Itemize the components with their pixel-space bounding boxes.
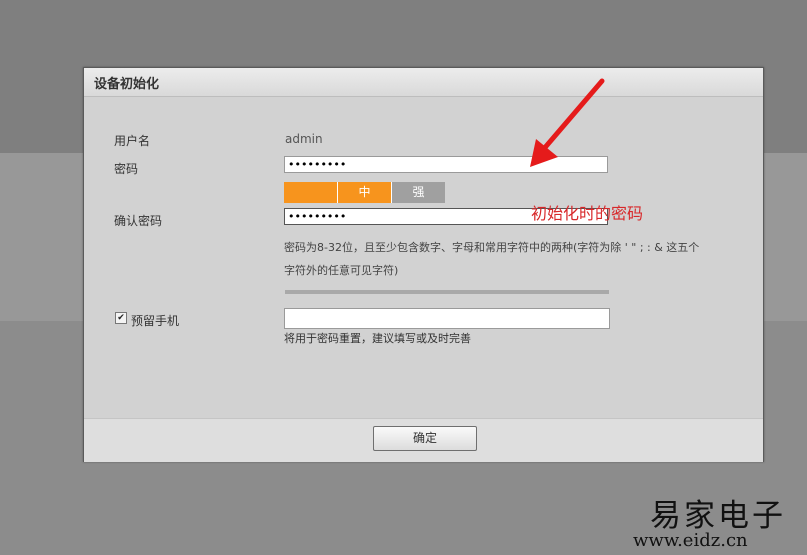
watermark-title: 易家电子 <box>650 498 786 534</box>
username-label: 用户名 <box>114 134 151 148</box>
section-divider <box>285 290 609 294</box>
password-rule-line-1: 密码为8-32位，且至少包含数字、字母和常用字符中的两种(字符为除 ' " ; … <box>284 241 700 254</box>
red-arrow-icon <box>530 78 605 167</box>
password-label: 密码 <box>114 162 139 176</box>
reserve-phone-checkbox[interactable]: ✔ <box>115 312 127 324</box>
password-strength-meter: 中 强 <box>284 182 445 203</box>
confirm-button[interactable]: 确定 <box>373 426 477 451</box>
phone-field[interactable] <box>284 308 610 329</box>
password-rule-line-2: 字符外的任意可见字符) <box>284 264 399 277</box>
confirm-password-label: 确认密码 <box>114 214 163 228</box>
annotation-text: 初始化时的密码 <box>531 204 644 223</box>
device-init-dialog: 设备初始化 用户名 admin 密码 ••••••••• 中 强 确认密码 ••… <box>83 67 764 462</box>
dialog-header: 设备初始化 <box>84 68 763 97</box>
strength-medium-segment: 中 <box>337 182 391 203</box>
dialog-footer: 确定 <box>84 418 763 462</box>
phone-hint: 将用于密码重置，建议填写或及时完善 <box>284 332 471 345</box>
strength-weak-segment <box>284 182 337 203</box>
reserve-phone-label: 预留手机 <box>131 314 180 328</box>
strength-strong-segment: 强 <box>391 182 445 203</box>
password-rule-hint: 密码为8-32位，且至少包含数字、字母和常用字符中的两种(字符为除 ' " ; … <box>284 236 744 282</box>
watermark-url: www.eidz.cn <box>633 530 748 551</box>
username-value: admin <box>285 132 323 146</box>
dialog-title: 设备初始化 <box>94 77 160 92</box>
